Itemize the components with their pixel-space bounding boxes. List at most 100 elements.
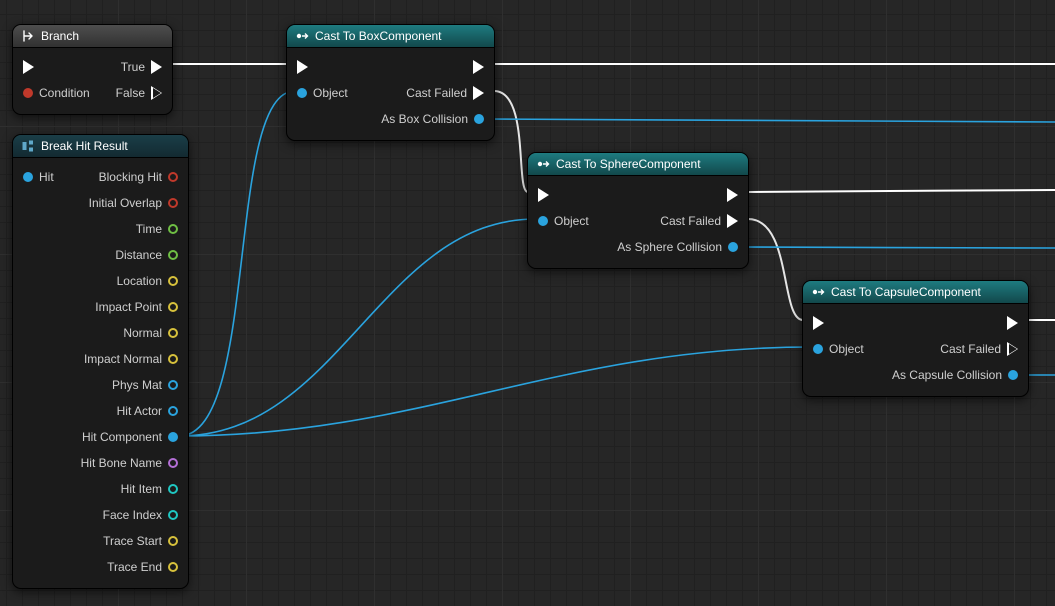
- data-pin[interactable]: [168, 510, 178, 520]
- exec-out-pin[interactable]: [607, 182, 748, 208]
- data-pin[interactable]: [168, 354, 178, 364]
- pin-label: Cast Failed: [406, 86, 467, 100]
- out-pin-hit-actor[interactable]: Hit Actor: [71, 398, 188, 424]
- pin-label: False: [116, 86, 145, 100]
- cast-failed-pin[interactable]: Cast Failed: [371, 80, 494, 106]
- node-title: Cast To SphereComponent: [556, 157, 701, 171]
- data-pin[interactable]: [168, 328, 178, 338]
- pin-label: Blocking Hit: [99, 170, 162, 184]
- object-pin[interactable]: Object: [803, 336, 882, 362]
- pin-label: Hit Actor: [117, 404, 162, 418]
- out-pin-normal[interactable]: Normal: [71, 320, 188, 346]
- pin-label: As Capsule Collision: [892, 368, 1002, 382]
- out-pin-trace-end[interactable]: Trace End: [71, 554, 188, 580]
- node-title: Break Hit Result: [41, 139, 128, 153]
- data-pin[interactable]: [168, 380, 178, 390]
- exec-in-pin[interactable]: [803, 310, 882, 336]
- object-pin[interactable]: Object: [287, 80, 371, 106]
- exec-out-pin[interactable]: [371, 54, 494, 80]
- as-box-pin[interactable]: As Box Collision: [371, 106, 494, 132]
- as-capsule-pin[interactable]: As Capsule Collision: [882, 362, 1028, 388]
- exec-in-pin[interactable]: [287, 54, 371, 80]
- pin-label: Object: [829, 342, 864, 356]
- node-header: Cast To CapsuleComponent: [803, 281, 1028, 304]
- node-title: Cast To BoxComponent: [315, 29, 442, 43]
- pin-label: Hit Bone Name: [81, 456, 162, 470]
- node-header: Break Hit Result: [13, 135, 188, 158]
- out-pin-hit-item[interactable]: Hit Item: [71, 476, 188, 502]
- data-pin[interactable]: [168, 562, 178, 572]
- pin-label: Phys Mat: [112, 378, 162, 392]
- node-break-hit-result[interactable]: Break Hit Result Hit Blocking Hit Initial…: [12, 134, 189, 589]
- pin-label: Condition: [39, 86, 90, 100]
- data-pin[interactable]: [168, 302, 178, 312]
- out-pin-hit-component[interactable]: Hit Component: [71, 424, 188, 450]
- pin-label: Time: [136, 222, 162, 236]
- data-pin[interactable]: [168, 172, 178, 182]
- pin-label: As Box Collision: [381, 112, 468, 126]
- pin-label: Hit Component: [82, 430, 162, 444]
- out-pin-location[interactable]: Location: [71, 268, 188, 294]
- out-pin-face-index[interactable]: Face Index: [71, 502, 188, 528]
- out-pin-distance[interactable]: Distance: [71, 242, 188, 268]
- false-pin[interactable]: False: [100, 80, 172, 106]
- data-pin[interactable]: [168, 484, 178, 494]
- exec-in-pin[interactable]: [13, 54, 100, 80]
- as-sphere-pin[interactable]: As Sphere Collision: [607, 234, 748, 260]
- out-pin-time[interactable]: Time: [71, 216, 188, 242]
- out-pin-impact-point[interactable]: Impact Point: [71, 294, 188, 320]
- pin-label: Trace End: [107, 560, 162, 574]
- cast-failed-pin[interactable]: Cast Failed: [607, 208, 748, 234]
- out-pin-phys-mat[interactable]: Phys Mat: [71, 372, 188, 398]
- pin-label: Impact Point: [95, 300, 162, 314]
- pin-label: Impact Normal: [84, 352, 162, 366]
- condition-pin[interactable]: Condition: [13, 80, 100, 106]
- pin-label: Object: [554, 214, 589, 228]
- pin-label: Normal: [123, 326, 162, 340]
- data-pin[interactable]: [168, 250, 178, 260]
- hit-pin[interactable]: Hit: [13, 164, 71, 190]
- pin-label: Face Index: [103, 508, 162, 522]
- data-pin[interactable]: [168, 536, 178, 546]
- pin-label: Cast Failed: [940, 342, 1001, 356]
- node-title: Branch: [41, 29, 79, 43]
- out-pin-hit-bone-name[interactable]: Hit Bone Name: [71, 450, 188, 476]
- node-cast-capsule[interactable]: Cast To CapsuleComponent Object Cast Fai…: [802, 280, 1029, 397]
- data-pin[interactable]: [168, 406, 178, 416]
- data-pin[interactable]: [168, 198, 178, 208]
- pin-label: Hit: [39, 170, 54, 184]
- node-header: Branch: [13, 25, 172, 48]
- node-header: Cast To SphereComponent: [528, 153, 748, 176]
- out-pin-trace-start[interactable]: Trace Start: [71, 528, 188, 554]
- pin-label: Hit Item: [121, 482, 162, 496]
- out-pin-blocking-hit[interactable]: Blocking Hit: [71, 164, 188, 190]
- pin-label: Cast Failed: [660, 214, 721, 228]
- node-cast-box[interactable]: Cast To BoxComponent Object Cast Failed …: [286, 24, 495, 141]
- data-pin[interactable]: [168, 276, 178, 286]
- cast-icon: [536, 157, 550, 171]
- exec-in-pin[interactable]: [528, 182, 607, 208]
- out-pin-initial-overlap[interactable]: Initial Overlap: [71, 190, 188, 216]
- node-header: Cast To BoxComponent: [287, 25, 494, 48]
- object-pin[interactable]: Object: [528, 208, 607, 234]
- pin-label: Distance: [115, 248, 162, 262]
- true-pin[interactable]: True: [100, 54, 172, 80]
- out-pin-impact-normal[interactable]: Impact Normal: [71, 346, 188, 372]
- pin-label: Trace Start: [103, 534, 162, 548]
- pin-label: Location: [117, 274, 162, 288]
- node-title: Cast To CapsuleComponent: [831, 285, 981, 299]
- data-pin[interactable]: [168, 224, 178, 234]
- pin-label: True: [121, 60, 145, 74]
- branch-icon: [21, 29, 35, 43]
- exec-out-pin[interactable]: [882, 310, 1028, 336]
- cast-failed-pin[interactable]: Cast Failed: [882, 336, 1028, 362]
- pin-label: Initial Overlap: [89, 196, 162, 210]
- cast-icon: [295, 29, 309, 43]
- pin-label: As Sphere Collision: [617, 240, 722, 254]
- data-pin[interactable]: [168, 432, 178, 442]
- node-cast-sphere[interactable]: Cast To SphereComponent Object Cast Fail…: [527, 152, 749, 269]
- node-branch[interactable]: Branch Condition True False: [12, 24, 173, 115]
- pin-label: Object: [313, 86, 348, 100]
- data-pin[interactable]: [168, 458, 178, 468]
- break-struct-icon: [21, 139, 35, 153]
